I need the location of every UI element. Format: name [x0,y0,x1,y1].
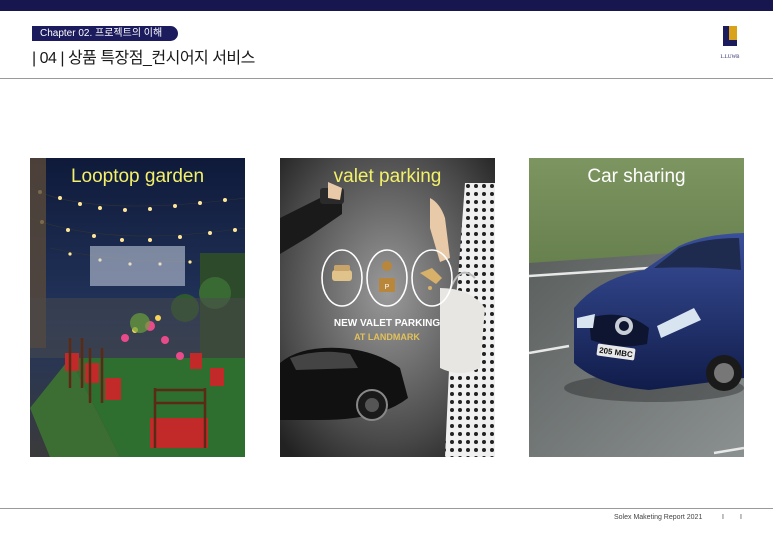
top-bar [0,0,773,11]
card-rooftop-garden: Looptop garden [30,158,245,457]
rooftop-garden-image: Looptop garden [30,158,245,457]
chapter-tag: Chapter 02. 프로젝트의 이해 [32,26,178,41]
card-valet-parking: P NEW VALET PARKING AT LANDMARK valet pa… [280,158,495,457]
card-label-car: Car sharing [587,166,685,187]
parking-p-icon: P [385,284,390,291]
header-divider [0,78,773,79]
car-sharing-image: 205 MBC Car sharing [529,158,744,457]
footer-text: Solex Maketing Report 2021 [614,514,703,521]
valet-parking-image: P NEW VALET PARKING AT LANDMARK valet pa… [280,158,495,457]
footer-mark-right: I [740,514,742,521]
card-label-valet: valet parking [334,166,442,187]
valet-sign-main: NEW VALET PARKING [334,318,441,329]
valet-sign-sub: AT LANDMARK [354,332,420,342]
footer-mark-left: I [722,514,724,521]
card-car-sharing: 205 MBC Car sharing [529,158,744,457]
card-label-garden: Looptop garden [71,166,204,187]
brand-logo: L.LUWB [720,26,740,60]
page-title: | 04 | 상품 특장점_컨시어지 서비스 [32,50,255,67]
logo-text: L.LUWB [720,55,740,60]
footer-divider [0,508,773,509]
